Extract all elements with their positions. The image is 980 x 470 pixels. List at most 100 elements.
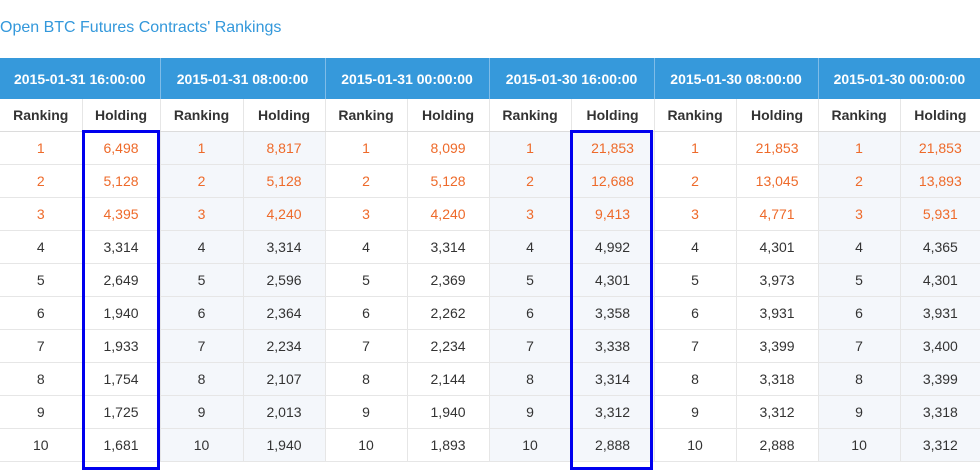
holding-cell: 2,888 (571, 428, 655, 462)
ranking-cell: 3 (489, 197, 572, 231)
holding-cell: 1,681 (82, 428, 161, 462)
table-row: 4 3,314 4 3,314 4 3,314 4 4,992 4 4,301 4 4,365 (0, 230, 980, 264)
ranking-cell: 5 (160, 263, 244, 297)
ranking-cell: 1 (818, 131, 901, 165)
holding-cell: 3,400 (900, 329, 980, 363)
ranking-cell: 1 (489, 131, 572, 165)
ranking-cell: 10 (0, 428, 83, 462)
holding-cell: 5,931 (900, 197, 980, 231)
holding-cell: 2,234 (243, 329, 326, 363)
holding-column-header: Holding (82, 99, 161, 132)
holding-cell: 4,395 (82, 197, 161, 231)
ranking-cell: 9 (654, 395, 737, 429)
ranking-cell: 6 (654, 296, 737, 330)
ranking-cell: 8 (325, 362, 408, 396)
ranking-cell: 5 (654, 263, 737, 297)
holding-cell: 2,144 (407, 362, 490, 396)
period-header: 2015-01-30 08:00:00 (654, 58, 819, 99)
holding-cell: 6,498 (82, 131, 161, 165)
holding-cell: 9,413 (571, 197, 655, 231)
holding-column-header: Holding (243, 99, 326, 132)
ranking-cell: 9 (325, 395, 408, 429)
holding-cell: 4,771 (736, 197, 819, 231)
period-header: 2015-01-31 00:00:00 (325, 58, 490, 99)
ranking-cell: 8 (818, 362, 901, 396)
ranking-cell: 7 (0, 329, 83, 363)
ranking-column-header: Ranking (654, 99, 737, 132)
holding-cell: 3,973 (736, 263, 819, 297)
holding-column-header: Holding (736, 99, 819, 132)
table-row: 7 1,933 7 2,234 7 2,234 7 3,338 7 3,399 7 3,400 (0, 329, 980, 363)
ranking-cell: 2 (160, 164, 244, 198)
ranking-cell: 9 (818, 395, 901, 429)
ranking-cell: 7 (489, 329, 572, 363)
ranking-cell: 7 (654, 329, 737, 363)
ranking-cell: 2 (325, 164, 408, 198)
ranking-column-header: Ranking (0, 99, 83, 132)
holding-cell: 3,338 (571, 329, 655, 363)
ranking-cell: 2 (818, 164, 901, 198)
table-row: 10 1,681 10 1,940 10 1,893 10 2,888 10 2,888 10 3,3… (0, 428, 980, 462)
holding-cell: 2,888 (736, 428, 819, 462)
holding-cell: 1,893 (407, 428, 490, 462)
ranking-cell: 6 (160, 296, 244, 330)
holding-cell: 2,262 (407, 296, 490, 330)
holding-cell: 3,358 (571, 296, 655, 330)
holding-cell: 4,240 (407, 197, 490, 231)
ranking-cell: 10 (489, 428, 572, 462)
holding-cell: 3,318 (900, 395, 980, 429)
holding-cell: 3,314 (82, 230, 161, 264)
ranking-cell: 4 (654, 230, 737, 264)
ranking-cell: 9 (489, 395, 572, 429)
ranking-cell: 2 (654, 164, 737, 198)
ranking-cell: 1 (160, 131, 244, 165)
ranking-cell: 6 (325, 296, 408, 330)
holding-cell: 5,128 (82, 164, 161, 198)
ranking-cell: 6 (818, 296, 901, 330)
ranking-cell: 3 (818, 197, 901, 231)
holding-cell: 2,107 (243, 362, 326, 396)
rankings-table: 2015-01-31 16:00:00 2015-01-31 08:00:00 20… (0, 58, 980, 462)
ranking-cell: 6 (489, 296, 572, 330)
ranking-column-header: Ranking (325, 99, 408, 132)
holding-cell: 2,649 (82, 263, 161, 297)
ranking-cell: 8 (654, 362, 737, 396)
table-row: 9 1,725 9 2,013 9 1,940 9 3,312 9 3,312 9 3,318 (0, 395, 980, 429)
holding-cell: 4,301 (900, 263, 980, 297)
holding-cell: 21,853 (571, 131, 655, 165)
holding-cell: 2,369 (407, 263, 490, 297)
holding-column-header: Holding (407, 99, 490, 132)
holding-cell: 5,128 (243, 164, 326, 198)
holding-cell: 1,940 (82, 296, 161, 330)
holding-cell: 21,853 (736, 131, 819, 165)
holding-cell: 3,312 (736, 395, 819, 429)
holding-cell: 5,128 (407, 164, 490, 198)
ranking-cell: 5 (325, 263, 408, 297)
holding-cell: 3,399 (736, 329, 819, 363)
ranking-column-header: Ranking (160, 99, 244, 132)
ranking-cell: 3 (654, 197, 737, 231)
holding-cell: 1,933 (82, 329, 161, 363)
holding-cell: 1,754 (82, 362, 161, 396)
ranking-column-header: Ranking (489, 99, 572, 132)
ranking-cell: 7 (818, 329, 901, 363)
holding-cell: 13,893 (900, 164, 980, 198)
holding-cell: 3,931 (900, 296, 980, 330)
ranking-cell: 3 (160, 197, 244, 231)
ranking-cell: 10 (818, 428, 901, 462)
ranking-column-header: Ranking (818, 99, 901, 132)
holding-cell: 1,725 (82, 395, 161, 429)
period-header: 2015-01-31 08:00:00 (160, 58, 326, 99)
ranking-cell: 3 (0, 197, 83, 231)
ranking-cell: 4 (489, 230, 572, 264)
holding-cell: 21,853 (900, 131, 980, 165)
period-header: 2015-01-31 16:00:00 (0, 58, 161, 99)
period-header: 2015-01-30 16:00:00 (489, 58, 655, 99)
holding-cell: 2,364 (243, 296, 326, 330)
holding-cell: 8,099 (407, 131, 490, 165)
holding-cell: 13,045 (736, 164, 819, 198)
holding-column-header: Holding (900, 99, 980, 132)
period-header: 2015-01-30 00:00:00 (818, 58, 980, 99)
holding-cell: 2,596 (243, 263, 326, 297)
holding-column-header: Holding (571, 99, 655, 132)
